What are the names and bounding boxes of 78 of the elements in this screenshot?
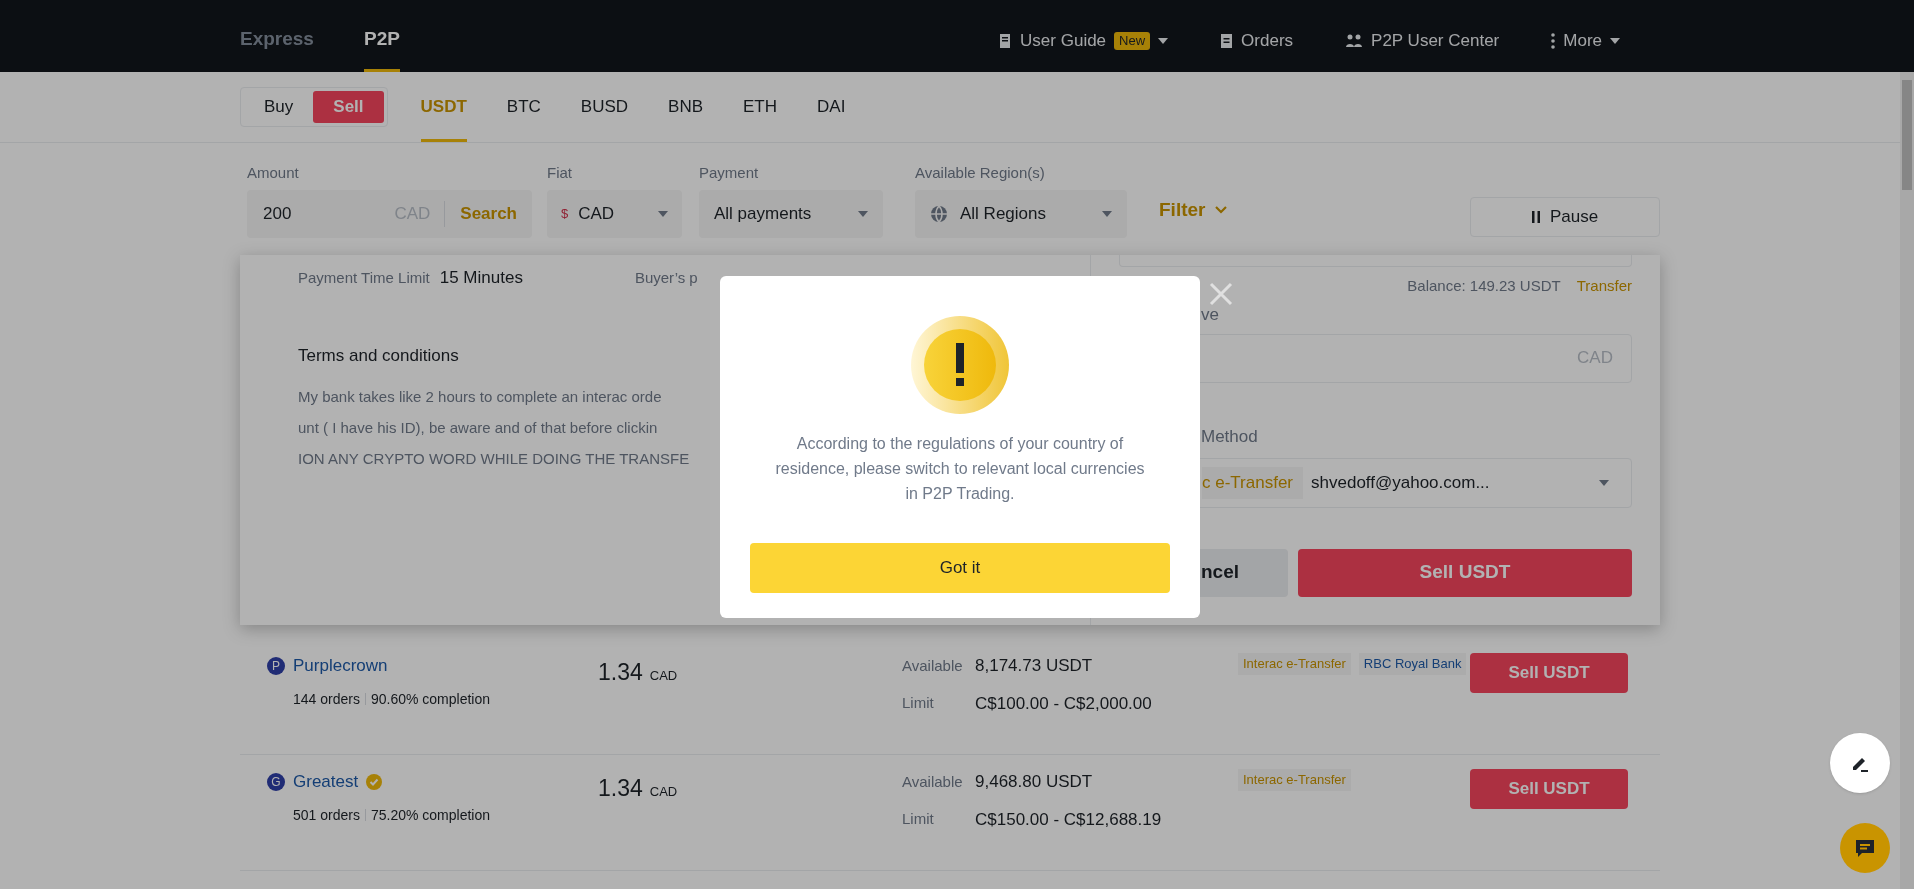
available-amount: 8,174.73 USDT: [975, 655, 1094, 677]
nav-link[interactable]: P2P User Center: [1345, 28, 1500, 54]
chat-icon: [1854, 838, 1876, 858]
payment-account: shvedoff@yahoo.com...: [1311, 471, 1490, 494]
chevron-down-icon: [1215, 206, 1228, 215]
warning-icon: [910, 315, 1010, 415]
terms-title: Terms and conditions: [298, 345, 460, 367]
payment-time-limit-value: 15 Minutes: [439, 267, 523, 290]
caret-icon: [1102, 211, 1112, 217]
payment-method-label: Method: [1201, 425, 1259, 448]
payment-method-tag: c e-Transfer: [1202, 466, 1303, 499]
asset-tab[interactable]: ETH: [743, 72, 778, 142]
payment-tag: RBC Royal Bank: [1358, 653, 1467, 675]
caret-icon: [1158, 38, 1169, 44]
people-icon: [1345, 33, 1364, 49]
field-label: Available Region(s): [915, 164, 1046, 182]
terms-text: ION ANY CRYPTO WORD WHILE DOING THE TRANSFE: [298, 448, 690, 469]
advertiser-name[interactable]: Greatest: [293, 769, 359, 795]
balance-text: Balance: 149.23 USDT: [1407, 276, 1561, 296]
new-badge: New: [1114, 32, 1151, 50]
pause-icon: [1531, 211, 1540, 223]
buyer-payment-label: Buyer’s p: [634, 267, 698, 288]
scrollbar[interactable]: [1900, 72, 1914, 889]
trade-type-tab[interactable]: Buy: [244, 91, 314, 123]
asset-tab[interactable]: DAI: [817, 72, 846, 142]
payment-dropdown[interactable]: All payments: [699, 190, 883, 238]
nav-link[interactable]: Orders: [1220, 28, 1294, 54]
asset-tab[interactable]: BUSD: [580, 72, 629, 142]
completion-rate: 75.20% completion: [370, 805, 490, 825]
amount-value: 200: [263, 203, 292, 226]
asset-tab[interactable]: BNB: [668, 72, 704, 142]
close-button[interactable]: [1207, 280, 1235, 308]
globe-icon: [930, 205, 948, 223]
price-currency: CAD: [649, 783, 678, 801]
available-label: Available: [902, 771, 964, 792]
available-label: Available: [902, 655, 964, 676]
terms-text: unt ( I have his ID), be aware and of that before clickin: [298, 417, 658, 438]
available-amount: 9,468.80 USDT: [975, 771, 1094, 793]
payment-time-limit-label: Payment Time Limit: [298, 267, 430, 288]
currency-symbol: $: [561, 205, 569, 224]
nav-tab[interactable]: P2P: [363, 10, 400, 72]
order-count: 501 orders: [293, 805, 360, 825]
order-count: 144 orders: [293, 689, 360, 709]
limit-label: Limit: [902, 809, 935, 829]
advertiser-avatar: P: [267, 656, 285, 675]
document-icon: [1220, 33, 1234, 49]
region-dropdown[interactable]: All Regions: [915, 190, 1127, 238]
completion-rate: 90.60% completion: [370, 689, 490, 709]
more-menu[interactable]: More: [1551, 28, 1620, 54]
close-icon: [1209, 282, 1233, 306]
caret-icon: [858, 211, 868, 217]
terms-text: My bank takes like 2 hours to complete an interac orde: [298, 386, 662, 407]
price: 1.34: [598, 774, 643, 803]
field-label: Fiat: [547, 164, 573, 182]
payment-tag: Interac e-Transfer: [1238, 769, 1351, 791]
nav-link[interactable]: User Guide New: [998, 28, 1169, 54]
field-label: Payment: [699, 164, 760, 182]
advertiser-avatar: G: [267, 772, 285, 791]
price: 1.34: [598, 658, 643, 687]
edit-button[interactable]: [1830, 733, 1890, 793]
got-it-button[interactable]: Got it: [750, 543, 1170, 593]
advertiser-name[interactable]: Purplecrown: [293, 653, 388, 679]
book-icon: [998, 33, 1013, 49]
caret-icon: [1610, 38, 1620, 44]
caret-icon: [1599, 479, 1609, 486]
limit-range: C$100.00 - C$2,000.00: [975, 692, 1153, 715]
limit-range: C$150.00 - C$12,688.19: [975, 808, 1163, 831]
asset-tab[interactable]: BTC: [506, 72, 541, 142]
price-currency: CAD: [649, 667, 678, 685]
receive-label: ve: [1201, 303, 1220, 326]
fiat-dropdown[interactable]: $ CAD: [547, 190, 682, 238]
caret-icon: [658, 211, 668, 217]
limit-label: Limit: [902, 693, 935, 713]
field-label: Amount: [247, 164, 300, 182]
more-icon: [1551, 33, 1556, 49]
payment-tag: Interac e-Transfer: [1238, 653, 1351, 675]
pause-button[interactable]: Pause: [1470, 197, 1660, 237]
chat-button[interactable]: [1840, 823, 1890, 873]
